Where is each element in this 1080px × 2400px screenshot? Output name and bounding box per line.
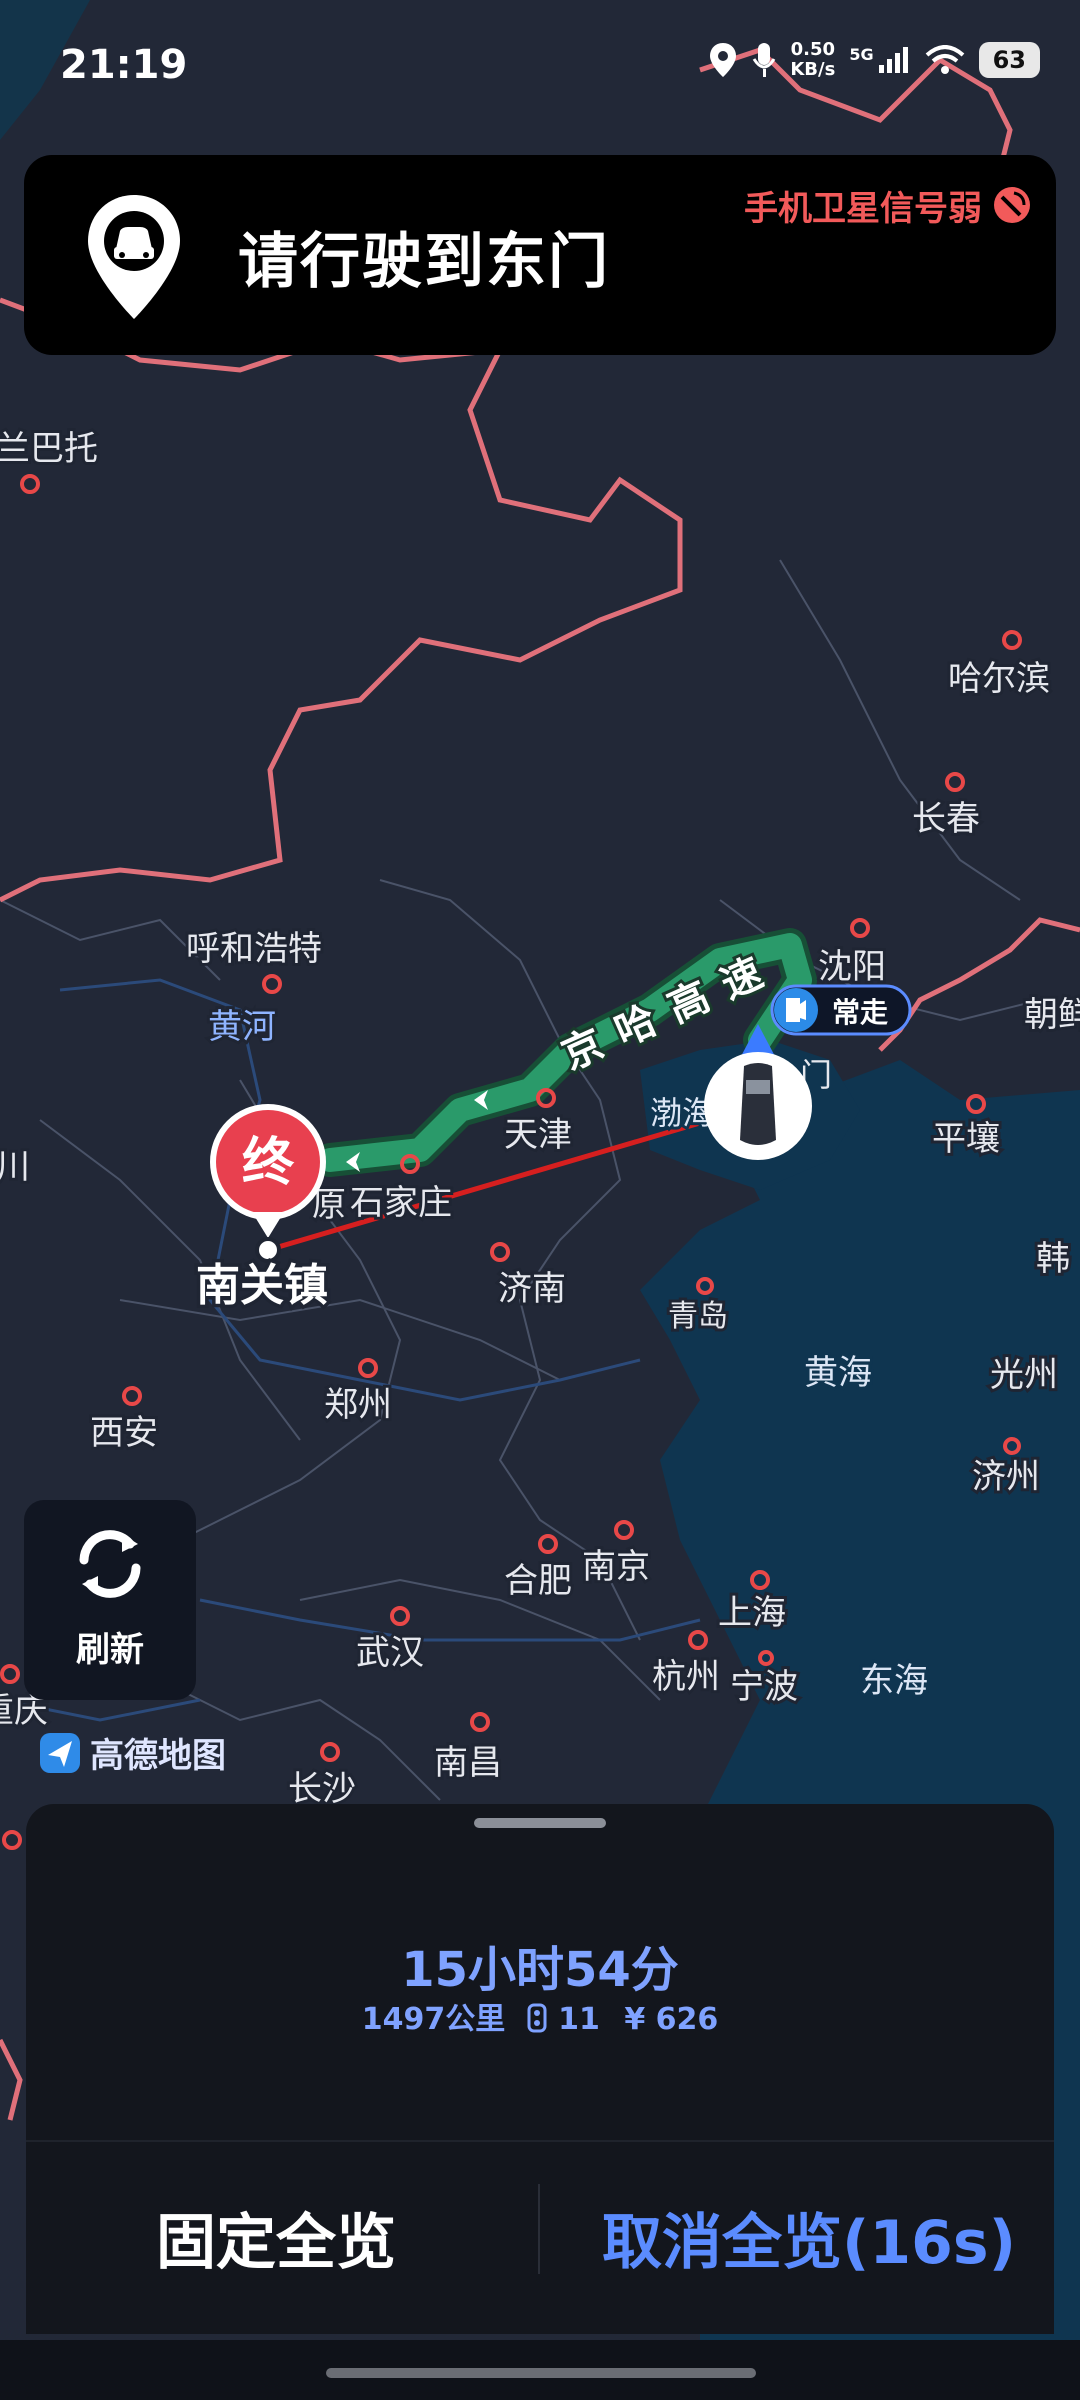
frequent-route-badge[interactable]: 常走	[770, 984, 912, 1036]
system-nav-bar	[0, 2340, 1080, 2400]
home-gesture-bar[interactable]	[326, 2368, 756, 2378]
frequent-label: 常走	[832, 996, 888, 1029]
microphone-icon	[753, 43, 776, 77]
refresh-icon	[79, 1530, 141, 1598]
car-icon	[740, 1063, 776, 1145]
label-hefei: 合肥	[504, 1561, 572, 1601]
status-icons: 0.50 KB/s 5G 63	[708, 40, 1040, 80]
label-nanjing: 南京	[582, 1547, 650, 1587]
label-qingdao: 青岛	[668, 1299, 728, 1334]
cellular-5g: 5G	[849, 45, 910, 75]
water-labels: 黄河	[205, 1004, 279, 1050]
satellite-icon	[994, 187, 1030, 223]
navigation-instruction: 请行驶到东门	[238, 227, 610, 297]
sheet-drag-handle[interactable]	[474, 1818, 606, 1828]
route-distance: 1497公里	[361, 2002, 506, 2037]
label-hangzhou: 杭州	[652, 1657, 720, 1697]
label-haerbin: 哈尔滨	[948, 659, 1050, 699]
route-duration: 15小时54分	[401, 1942, 679, 1998]
label-xian: 西安	[90, 1413, 158, 1453]
amap-brand-text: 高德地图	[90, 1736, 226, 1776]
end-marker-label: 终	[242, 1133, 295, 1193]
label-nanchang: 南昌	[434, 1743, 502, 1783]
status-bar: 21:19 0.50 KB/s 5G 63	[0, 0, 1080, 140]
label-pingrang: 平壤	[932, 1119, 1000, 1159]
label-zhengzhou: 郑州	[324, 1385, 392, 1425]
network-speed: 0.50 KB/s	[790, 39, 836, 80]
button-divider	[538, 2184, 540, 2274]
label-huhehaote: 呼和浩特	[186, 929, 322, 969]
cancel-overview-button[interactable]: 取消全览(16s)	[602, 2194, 1016, 2281]
label-lanbatuo: 兰巴托	[0, 429, 98, 469]
route-summary-sheet[interactable]: 15小时54分 1497公里 11 ¥ 626 固定全览 取消全览(16s)	[26, 1804, 1054, 2334]
fixed-overview-button[interactable]: 固定全览	[156, 2194, 396, 2281]
signal-bars-icon	[878, 47, 908, 73]
label-donghai: 东海	[860, 1661, 928, 1701]
label-guangzhou: 光州	[990, 1355, 1058, 1395]
car-location-pin-icon	[88, 195, 180, 319]
gps-weak-warning: 手机卫星信号弱	[744, 189, 982, 229]
navigation-instruction-card[interactable]: 请行驶到东门 手机卫星信号弱	[24, 155, 1056, 355]
label-ningbo: 宁波	[730, 1667, 798, 1707]
label-changchun: 长春	[912, 799, 980, 839]
traffic-light-count: 11	[558, 2002, 600, 2037]
label-shenyang: 沈阳	[818, 947, 886, 987]
location-icon	[710, 43, 737, 77]
label-shanghai: 上海	[718, 1593, 786, 1633]
status-time: 21:19	[60, 42, 188, 88]
label-wuhan: 武汉	[356, 1633, 424, 1673]
traffic-light-icon	[527, 2003, 547, 2033]
label-tianjin: 天津	[504, 1115, 572, 1155]
label-huanghai: 黄海	[804, 1353, 872, 1393]
label-chaoxian: 朝鲜	[1024, 995, 1080, 1035]
battery-indicator: 63	[978, 42, 1040, 78]
destination-label: 南关镇	[196, 1260, 328, 1311]
refresh-button[interactable]: 刷新	[24, 1500, 196, 1700]
label-huanghe: 黄河	[208, 1007, 276, 1047]
amap-logo-icon	[40, 1732, 80, 1773]
route-cost: ¥ 626	[624, 2002, 719, 2037]
label-jinan: 济南	[498, 1269, 566, 1309]
sheet-divider	[26, 2140, 1054, 2142]
refresh-label: 刷新	[76, 1630, 144, 1670]
label-chuan: 川	[0, 1147, 30, 1187]
label-han: 韩	[1036, 1239, 1070, 1279]
label-jizhou: 济州	[972, 1457, 1040, 1497]
label-changsha: 长沙	[288, 1769, 356, 1809]
wifi-icon	[925, 45, 964, 74]
amap-logo: 高德地图	[38, 1728, 226, 1777]
route-meta: 1497公里 11 ¥ 626	[26, 1994, 1054, 2038]
label-shijiazhuang: 石家庄	[350, 1183, 452, 1223]
